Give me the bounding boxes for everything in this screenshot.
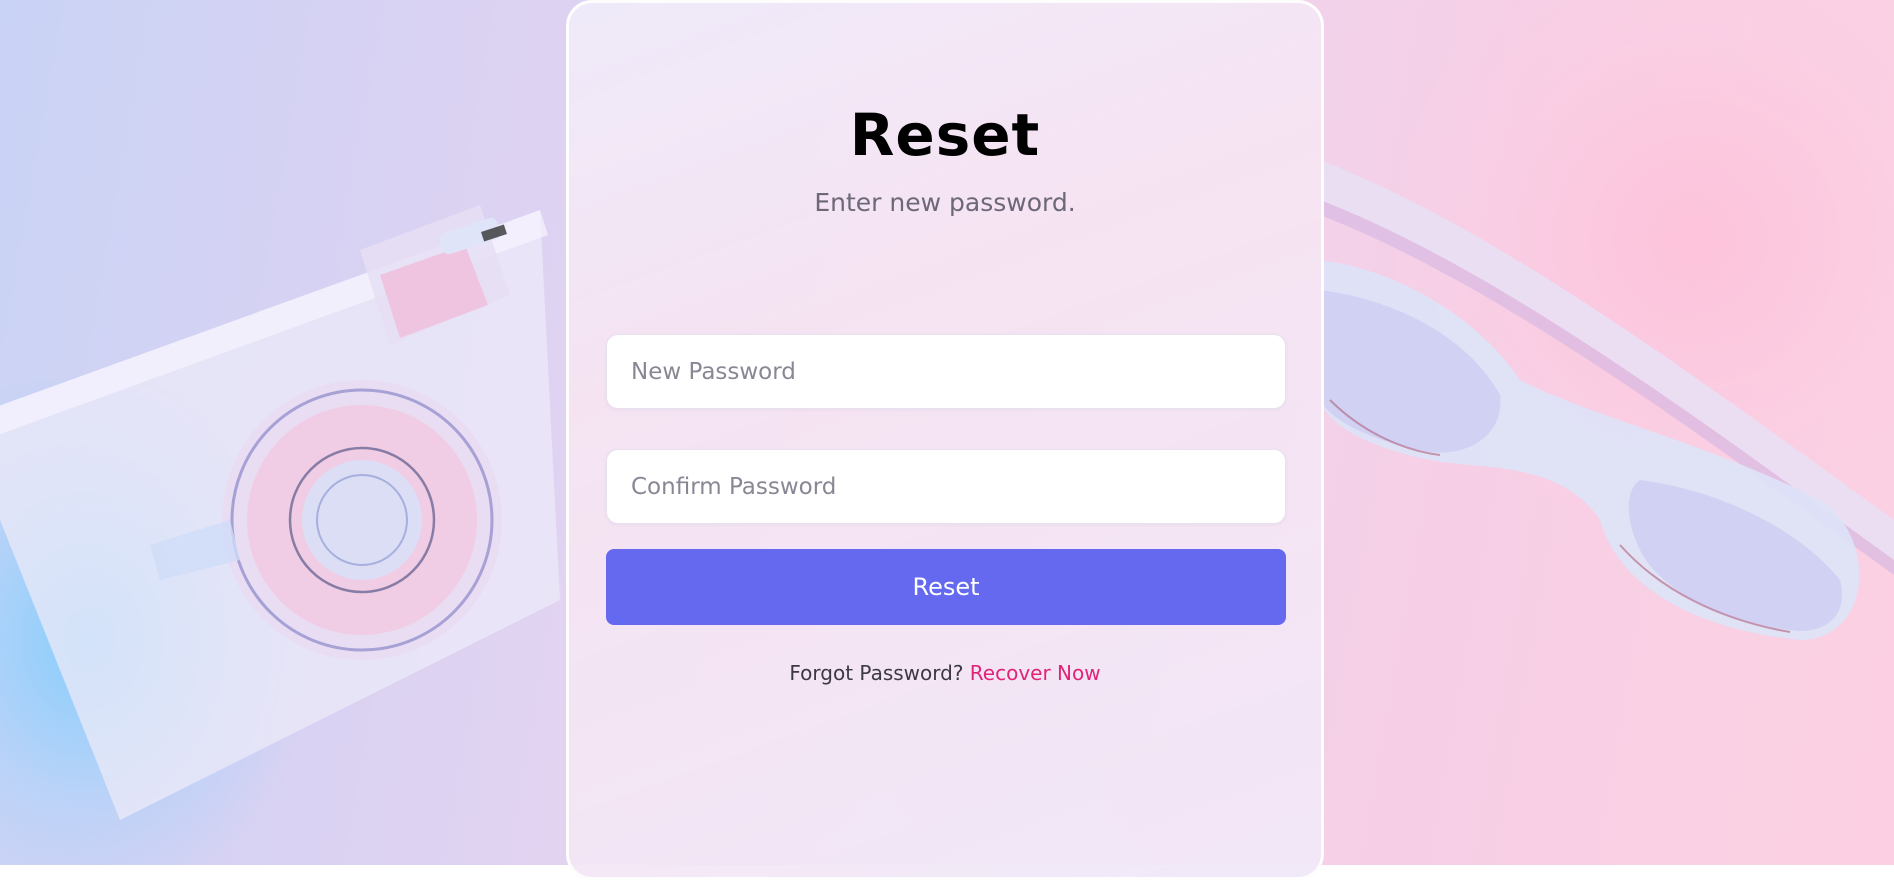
recover-now-link[interactable]: Recover Now — [970, 661, 1101, 685]
confirm-password-field[interactable] — [606, 449, 1286, 524]
new-password-field[interactable] — [606, 334, 1286, 409]
footer-row: Forgot Password? Recover Now — [569, 658, 1321, 688]
camera-icon — [0, 205, 560, 820]
sunglasses-icon — [1320, 160, 1894, 640]
page-subtitle: Enter new password. — [814, 188, 1076, 217]
reset-button[interactable]: Reset — [606, 549, 1286, 625]
page-title: Reset — [849, 101, 1041, 169]
reset-card: Reset Enter new password. Reset Forgot P… — [566, 0, 1324, 880]
forgot-password-text: Forgot Password? — [789, 661, 964, 685]
